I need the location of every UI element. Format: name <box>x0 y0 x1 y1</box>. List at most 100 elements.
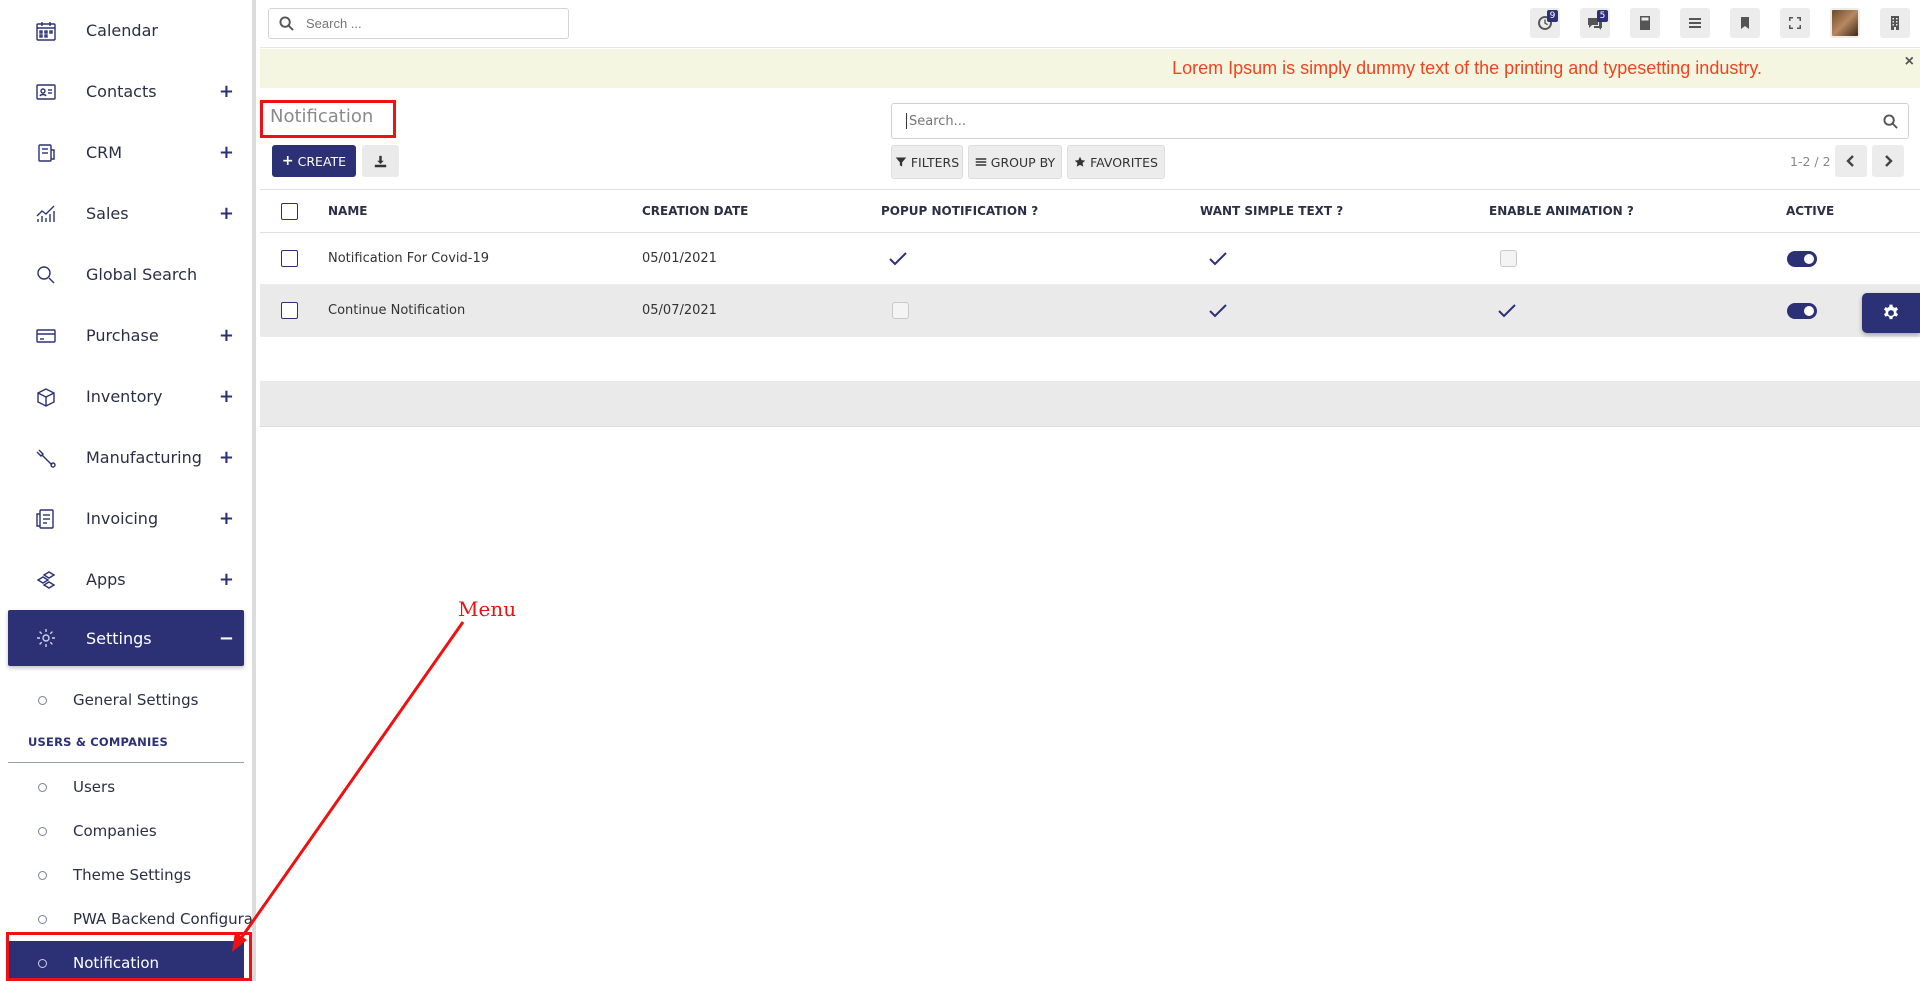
bookmark-button[interactable] <box>1730 8 1760 38</box>
company-switch-button[interactable] <box>1880 8 1910 38</box>
row-creation-date: 05/01/2021 <box>642 251 717 266</box>
top-navbar: 9 5 <box>260 0 1920 48</box>
favorites-button[interactable]: FAVORITES <box>1067 145 1165 179</box>
expand-icon[interactable]: + <box>219 386 234 407</box>
sidebar-item-calendar[interactable]: Calendar <box>0 0 252 61</box>
expand-icon[interactable]: + <box>219 325 234 346</box>
download-button[interactable] <box>362 145 399 177</box>
expand-icon[interactable]: + <box>219 81 234 102</box>
global-search-box[interactable] <box>268 8 569 39</box>
want-simple-text-checked <box>1208 233 1228 284</box>
sidebar-item-apps[interactable]: Apps + <box>0 549 252 610</box>
gear-icon <box>1884 304 1898 320</box>
sidebar-subitem-pwa-backend[interactable]: PWA Backend Configurat <box>0 897 252 941</box>
select-all-checkbox-cell <box>281 190 298 232</box>
favorites-label: FAVORITES <box>1090 154 1158 170</box>
sidebar-item-inventory[interactable]: Inventory + <box>0 366 252 427</box>
toggle-switch[interactable] <box>1787 250 1817 267</box>
sidebar-item-label: Calendar <box>86 21 158 40</box>
groupby-button[interactable]: GROUP BY <box>968 145 1062 179</box>
expand-icon[interactable]: + <box>219 447 234 468</box>
sidebar-subitem-companies[interactable]: Companies <box>0 809 252 853</box>
messages-badge: 5 <box>1597 10 1608 22</box>
circle-bullet-icon <box>38 870 47 880</box>
sales-chart-icon <box>32 200 60 228</box>
search-icon[interactable] <box>1883 113 1898 129</box>
column-header-want-simple-text[interactable]: WANT SIMPLE TEXT ? <box>1200 190 1343 232</box>
activity-button[interactable]: 9 <box>1530 8 1560 38</box>
crm-icon <box>32 139 60 167</box>
user-avatar[interactable] <box>1830 8 1860 38</box>
sidebar-item-label: Sales <box>86 204 129 223</box>
sidebar-item-manufacturing[interactable]: Manufacturing + <box>0 427 252 488</box>
checkmark-icon <box>889 251 907 265</box>
sidebar-subitem-general-settings[interactable]: General Settings <box>0 678 252 722</box>
circle-bullet-icon <box>38 914 47 924</box>
sidebar-item-label: Manufacturing <box>86 448 202 467</box>
global-search-input[interactable] <box>306 16 546 31</box>
apps-icon <box>32 566 60 594</box>
pager-value[interactable]: 1-2 / 2 <box>1790 154 1831 169</box>
list-search-input[interactable] <box>906 113 1883 129</box>
fullscreen-button[interactable] <box>1780 8 1810 38</box>
sidebar-subitem-notification[interactable]: Notification <box>8 941 244 981</box>
toggle-switch[interactable] <box>1787 302 1817 319</box>
sidebar-subitem-theme-settings[interactable]: Theme Settings <box>0 853 252 897</box>
sidebar-item-label: Global Search <box>86 265 198 284</box>
page-title: Notification <box>270 106 374 127</box>
select-all-checkbox[interactable] <box>281 202 298 220</box>
theme-settings-button[interactable] <box>1862 293 1920 333</box>
search-icon <box>279 16 294 31</box>
building-icon <box>1891 16 1899 30</box>
filters-button[interactable]: FILTERS <box>891 145 963 179</box>
expand-icon[interactable]: + <box>219 508 234 529</box>
expand-icon[interactable]: + <box>219 203 234 224</box>
groupby-label: GROUP BY <box>990 154 1056 170</box>
column-header-enable-animation[interactable]: ENABLE ANIMATION ? <box>1489 190 1634 232</box>
popup-notification-unchecked <box>892 285 909 336</box>
table-header: NAME CREATION DATE POPUP NOTIFICATION ? … <box>260 189 1920 233</box>
sidebar-item-sales[interactable]: Sales + <box>0 183 252 244</box>
column-header-creation-date[interactable]: CREATION DATE <box>642 190 748 232</box>
row-checkbox[interactable] <box>281 250 298 267</box>
plus-icon: + <box>281 153 294 169</box>
menu-toggle-button[interactable] <box>1680 8 1710 38</box>
sidebar-item-purchase[interactable]: Purchase + <box>0 305 252 366</box>
sidebar-item-contacts[interactable]: Contacts + <box>0 61 252 122</box>
contacts-icon <box>32 78 60 106</box>
expand-icon[interactable]: + <box>219 569 234 590</box>
circle-bullet-icon <box>38 695 47 705</box>
table-row[interactable]: Continue Notification 05/07/2021 <box>260 285 1920 337</box>
sidebar-subitem-users[interactable]: Users <box>0 765 252 809</box>
search-icon <box>32 261 60 289</box>
calculator-button[interactable] <box>1630 8 1660 38</box>
sidebar-item-global-search[interactable]: Global Search <box>0 244 252 305</box>
create-button[interactable]: + CREATE <box>272 145 356 177</box>
pager-next-button[interactable] <box>1872 145 1904 177</box>
messages-button[interactable]: 5 <box>1580 8 1610 38</box>
pager-previous-button[interactable] <box>1835 145 1867 177</box>
invoice-icon <box>32 505 60 533</box>
sidebar-item-label: Contacts <box>86 82 157 101</box>
row-name: Notification For Covid-19 <box>328 251 489 266</box>
banner-text: Lorem Ipsum is simply dummy text of the … <box>1172 58 1762 78</box>
column-header-active[interactable]: ACTIVE <box>1786 190 1834 232</box>
collapse-icon[interactable]: − <box>219 628 234 649</box>
list-search-box[interactable] <box>891 103 1909 139</box>
expand-icon[interactable]: + <box>219 142 234 163</box>
active-toggle[interactable] <box>1787 233 1817 284</box>
active-toggle[interactable] <box>1787 285 1817 336</box>
sidebar-item-crm[interactable]: CRM + <box>0 122 252 183</box>
row-checkbox[interactable] <box>281 302 298 319</box>
sidebar-item-invoicing[interactable]: Invoicing + <box>0 488 252 549</box>
close-icon[interactable]: × <box>1905 53 1914 71</box>
column-header-name[interactable]: NAME <box>328 190 367 232</box>
circle-bullet-icon <box>38 826 47 836</box>
sidebar: Calendar Contacts + CRM + Sales + Global… <box>0 0 256 981</box>
column-header-popup-notification[interactable]: POPUP NOTIFICATION ? <box>881 190 1038 232</box>
sidebar-item-settings[interactable]: Settings − <box>8 610 244 666</box>
announcement-banner: Lorem Ipsum is simply dummy text of the … <box>260 49 1920 88</box>
activity-badge: 9 <box>1547 10 1558 22</box>
enable-animation-checked <box>1497 285 1517 336</box>
table-row[interactable]: Notification For Covid-19 05/01/2021 <box>260 233 1920 285</box>
